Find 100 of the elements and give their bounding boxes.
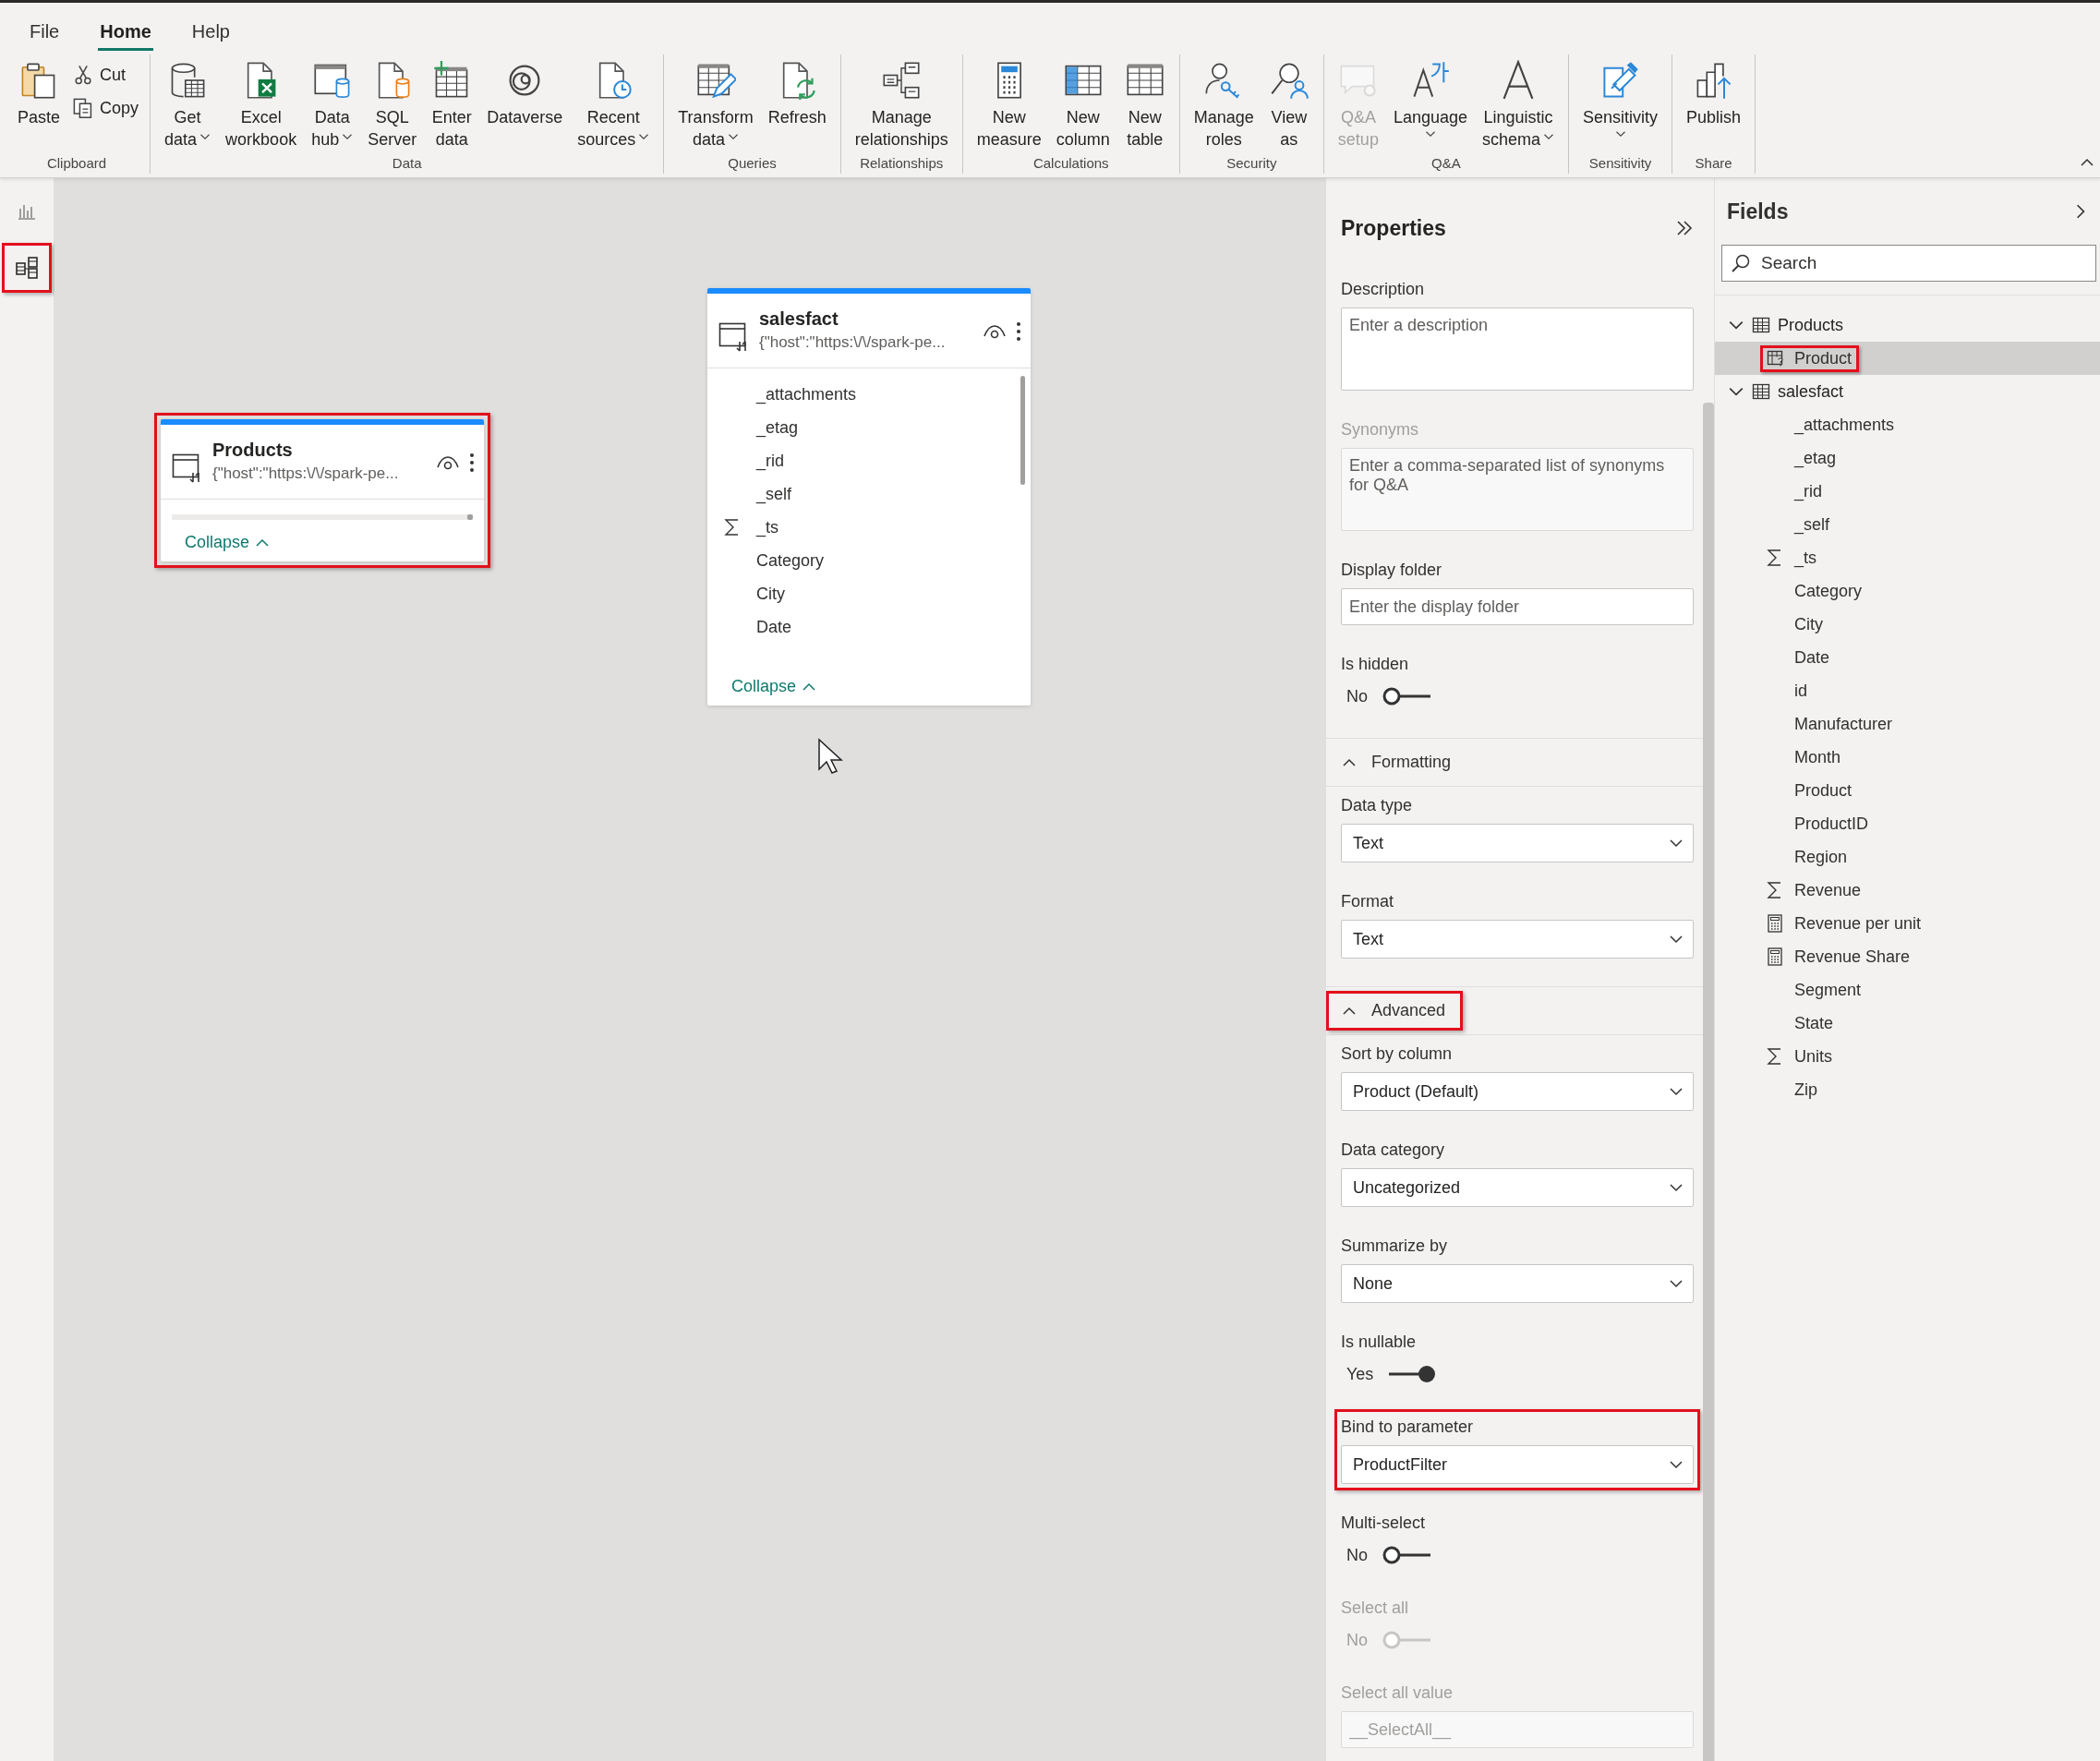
toggle-value: No — [1346, 1630, 1368, 1650]
calculator-icon — [1767, 914, 1783, 933]
tree-item[interactable]: Revenue — [1715, 874, 2100, 907]
tree-item[interactable]: _rid — [1715, 475, 2100, 508]
tree-item[interactable]: Units — [1715, 1040, 2100, 1073]
dropdown[interactable]: Text — [1341, 920, 1694, 959]
ribbon-button[interactable]: Excel workbook — [219, 54, 304, 151]
group-label: Share — [1694, 154, 1733, 173]
group-label: Security — [1225, 154, 1278, 173]
tree-item[interactable]: id — [1715, 674, 2100, 707]
tree-item[interactable]: Month — [1715, 741, 2100, 774]
section-toggle[interactable]: Formatting — [1333, 749, 1463, 776]
tree-item[interactable]: _self — [1715, 508, 2100, 541]
tree-item[interactable]: City — [1715, 608, 2100, 641]
group-label: Clipboard — [45, 154, 108, 173]
more-options-icon[interactable] — [1016, 321, 1021, 342]
tree-item[interactable]: Region — [1715, 840, 2100, 874]
more-options-icon[interactable] — [469, 452, 475, 473]
dropdown[interactable]: Product (Default) — [1341, 1072, 1694, 1111]
field-label: Summarize by — [1341, 1236, 1449, 1257]
field-label: Format — [1341, 891, 1394, 912]
group-label: Sensitivity — [1587, 154, 1653, 173]
ribbon-button[interactable]: New column — [1049, 54, 1116, 151]
ribbon-button[interactable]: SQL Server — [361, 54, 424, 151]
scrollbar[interactable] — [1703, 403, 1714, 1761]
tree-item[interactable]: _ts — [1715, 541, 2100, 574]
tree-item[interactable]: _etag — [1715, 441, 2100, 475]
dropdown[interactable]: Uncategorized — [1341, 1168, 1694, 1207]
ribbon-button[interactable]: View as — [1261, 54, 1316, 151]
tree-item[interactable]: Revenue per unit — [1715, 907, 2100, 940]
ribbon-button[interactable]: Recent sources — [571, 54, 657, 151]
ribbon-button[interactable]: Publish — [1680, 54, 1748, 128]
eye-icon[interactable] — [436, 454, 460, 471]
table-card[interactable]: Products {"host":"https:\/\/spark-pe... Collapse — [161, 419, 484, 561]
ribbon-button[interactable]: Manage relationships — [848, 54, 955, 151]
field-label: Display folder — [1341, 560, 1443, 581]
ribbon-button[interactable]: Enter data — [425, 54, 479, 151]
group-label: Data — [391, 154, 423, 173]
tree-item[interactable]: Products — [1715, 308, 2100, 342]
sigma-icon — [1767, 881, 1783, 899]
text-area[interactable]: Enter a description — [1341, 308, 1694, 391]
ribbon-button[interactable]: Transform data — [671, 54, 760, 151]
ribbon-button[interactable]: Get data — [158, 54, 218, 151]
ribbon-button[interactable]: Language — [1386, 54, 1474, 145]
field-name: _rid — [756, 451, 784, 471]
field-label: Is hidden — [1341, 654, 1410, 675]
tree-item[interactable]: Manufacturer — [1715, 707, 2100, 741]
ribbon-button[interactable]: Sensitivity — [1576, 54, 1665, 145]
tree-item[interactable]: Segment — [1715, 973, 2100, 1007]
tree-item[interactable]: _attachments — [1715, 408, 2100, 441]
ribbon-button[interactable]: Refresh — [761, 54, 833, 128]
ribbon-button[interactable]: New measure — [970, 54, 1048, 151]
menu-tab[interactable]: Home — [98, 21, 153, 51]
tree-item[interactable]: State — [1715, 1007, 2100, 1040]
tree-item[interactable]: ProductID — [1715, 807, 2100, 840]
field-name: Date — [756, 617, 792, 637]
toggle-value: Yes — [1346, 1364, 1374, 1384]
group-label: Relationships — [859, 154, 945, 173]
toggle-switch[interactable] — [1381, 685, 1432, 707]
tree-item[interactable]: salesfact — [1715, 375, 2100, 408]
sigma-icon — [1767, 549, 1783, 567]
field-label: Data type — [1341, 795, 1414, 816]
ribbon-button[interactable]: Cut — [68, 62, 143, 88]
ribbon-button[interactable]: New table — [1117, 54, 1172, 151]
tree-item[interactable]: Zip — [1715, 1073, 2100, 1106]
toggle-switch[interactable] — [1381, 1544, 1432, 1566]
scrollbar[interactable] — [1020, 376, 1025, 485]
panel-title: Fields — [1727, 199, 1789, 224]
eye-icon[interactable] — [983, 323, 1007, 340]
group-label: Queries — [727, 154, 778, 173]
ribbon-button[interactable]: Dataverse — [480, 54, 570, 128]
menu-tab[interactable]: Help — [189, 21, 232, 51]
dropdown[interactable]: Text — [1341, 824, 1694, 862]
input-field[interactable]: Enter the display folder — [1341, 588, 1694, 625]
table-card[interactable]: salesfact {"host":"https:\/\/spark-pe... _attachments _etag _rid _self _ts Category City Date Collapse — [707, 288, 1031, 706]
section-toggle[interactable]: Advanced — [1333, 997, 1457, 1024]
double-chevron-icon[interactable] — [1675, 219, 1694, 237]
calculator-icon — [1767, 947, 1783, 966]
scrollbar[interactable] — [172, 514, 473, 520]
ribbon-button[interactable]: Paste — [11, 54, 67, 128]
tree-item[interactable]: Category — [1715, 574, 2100, 608]
field-name: _self — [756, 484, 792, 504]
dropdown[interactable]: None — [1341, 1264, 1694, 1303]
collapse-link[interactable]: Collapse — [707, 668, 841, 706]
search-field[interactable]: Search — [1721, 245, 2096, 282]
search-icon — [1731, 253, 1751, 273]
table-icon — [1752, 316, 1770, 334]
ribbon-button[interactable]: Linguistic schema — [1476, 54, 1562, 151]
dropdown[interactable]: ProductFilter — [1341, 1445, 1694, 1484]
ribbon-button[interactable]: Copy — [68, 95, 143, 121]
ribbon-button[interactable]: Data hub — [305, 54, 360, 151]
tree-item[interactable]: Product — [1715, 342, 2100, 375]
menu-tab[interactable]: File — [28, 21, 62, 51]
ribbon-button[interactable]: Manage roles — [1187, 54, 1261, 151]
tree-item[interactable]: Revenue Share — [1715, 940, 2100, 973]
tree-item[interactable]: Product — [1715, 774, 2100, 807]
collapse-link[interactable]: Collapse — [161, 524, 295, 561]
sigma-icon — [724, 518, 741, 537]
tree-item[interactable]: Date — [1715, 641, 2100, 674]
group-label: Q&A — [1430, 154, 1462, 173]
